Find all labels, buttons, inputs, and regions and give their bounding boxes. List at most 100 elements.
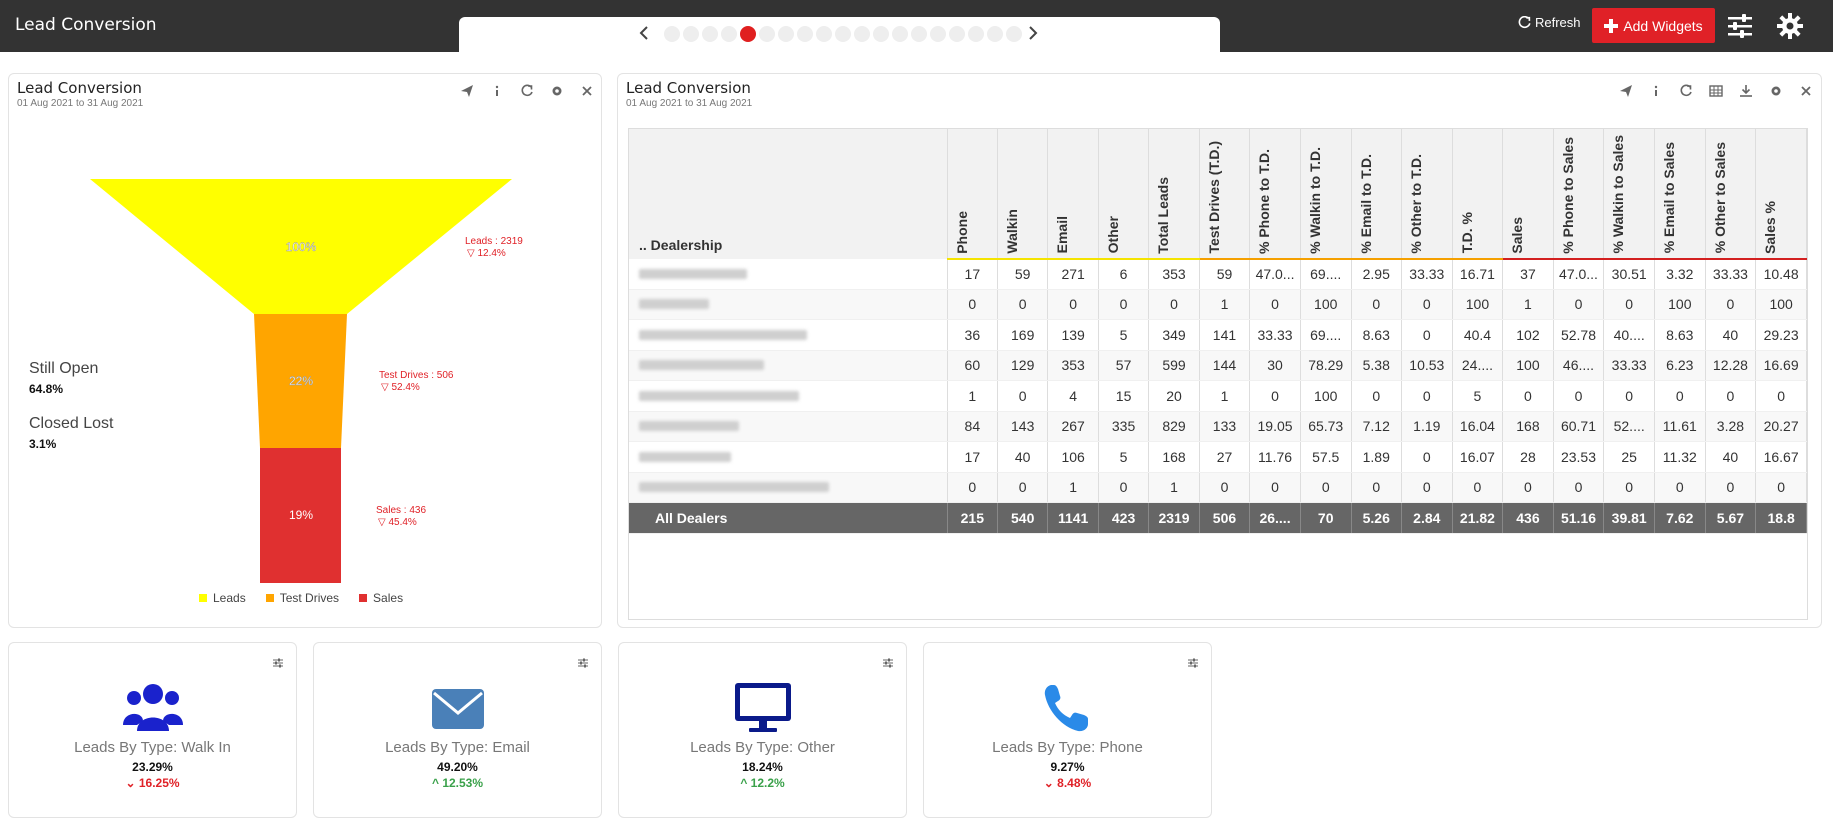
- add-widgets-button[interactable]: Add Widgets: [1592, 8, 1715, 43]
- kpi-change-value: 16.25%: [138, 776, 180, 790]
- page-dot[interactable]: [930, 26, 946, 42]
- close-icon[interactable]: [1798, 84, 1814, 100]
- info-icon[interactable]: [1648, 84, 1664, 100]
- column-header[interactable]: % Phone to Sales: [1553, 129, 1605, 260]
- kpi-value: 23.29%: [132, 760, 173, 774]
- lead-conversion-table: .. Dealership Phone Walkin Email Other Total…: [628, 128, 1808, 620]
- column-header[interactable]: Walkin: [997, 129, 1049, 260]
- table-row[interactable]: 84 143 267 335 829 133 19.05 65.73 7.12 1.19 16.04…: [629, 411, 1807, 443]
- page-dot[interactable]: [911, 26, 927, 42]
- column-header[interactable]: Sales %: [1755, 129, 1807, 260]
- column-header[interactable]: % Other to Sales: [1705, 129, 1757, 260]
- send-icon[interactable]: [1618, 84, 1634, 100]
- column-header[interactable]: % Other to T.D.: [1401, 129, 1453, 260]
- table-row[interactable]: 0 0 0 0 0 1 0 100 0 0 100 1 0 0 100 0 100: [629, 289, 1807, 321]
- column-header-dealership[interactable]: .. Dealership: [629, 129, 948, 259]
- column-header[interactable]: Test Drives (T.D.): [1199, 129, 1251, 260]
- refresh-icon[interactable]: [1678, 84, 1694, 100]
- table-row[interactable]: 36 169 139 5 349 141 33.33 69.... 8.63 0 40.4 102 52…: [629, 319, 1807, 351]
- kpi-card-phone: Leads By Type: Phone 9.27% ⌄ 8.48%: [923, 642, 1212, 818]
- card-settings-icon[interactable]: [882, 657, 896, 671]
- table-cell: 0: [1249, 472, 1301, 504]
- table-cell: 7.12: [1351, 411, 1402, 443]
- table-cell: 25: [1603, 441, 1655, 473]
- page-dot[interactable]: [797, 26, 813, 42]
- legend-item-test-drives[interactable]: Test Drives: [265, 591, 339, 605]
- column-header[interactable]: Email: [1047, 129, 1099, 260]
- table-cell: 1.89: [1351, 441, 1402, 473]
- table-row[interactable]: 60 129 353 57 599 144 30 78.29 5.38 10.53 24.... 10…: [629, 350, 1807, 382]
- page-dot[interactable]: [873, 26, 889, 42]
- column-header[interactable]: % Phone to T.D.: [1249, 129, 1301, 260]
- page-dot[interactable]: [949, 26, 965, 42]
- table-cell: 4: [1047, 380, 1099, 412]
- table-cell: 168: [1148, 441, 1200, 473]
- table-cell: 0: [947, 289, 999, 321]
- panel-date-range: 01 Aug 2021 to 31 Aug 2021: [626, 98, 753, 109]
- download-icon[interactable]: [1738, 84, 1754, 100]
- page-dot[interactable]: [740, 26, 756, 42]
- prev-page-button[interactable]: [634, 23, 654, 43]
- page-dot[interactable]: [835, 26, 851, 42]
- column-header[interactable]: % Email to Sales: [1654, 129, 1706, 260]
- table-cell: 100: [1300, 380, 1352, 412]
- page-dot[interactable]: [987, 26, 1003, 42]
- table-row[interactable]: 17 40 106 5 168 27 11.76 57.5 1.89 0 16.07 28 23.53 2…: [629, 441, 1807, 473]
- legend-swatch: [359, 594, 368, 602]
- legend-label: Leads: [213, 591, 246, 605]
- table-row[interactable]: 17 59 271 6 353 59 47.0... 69.... 2.95 33.33 16.71…: [629, 258, 1807, 290]
- dealership-name-redacted: [629, 380, 948, 412]
- page-dot[interactable]: [1006, 26, 1022, 42]
- page-dot[interactable]: [664, 26, 680, 42]
- page-dot[interactable]: [816, 26, 832, 42]
- column-header[interactable]: Total Leads: [1148, 129, 1200, 260]
- page-dot[interactable]: [892, 26, 908, 42]
- next-page-button[interactable]: [1023, 23, 1043, 43]
- funnel-pct-test-drives: 22%: [289, 374, 313, 388]
- card-settings-icon[interactable]: [1187, 657, 1201, 671]
- gear-icon[interactable]: [1776, 12, 1804, 40]
- column-header[interactable]: Sales: [1502, 129, 1554, 260]
- column-header-label: % Walkin to T.D.: [1306, 146, 1323, 254]
- table-icon[interactable]: [1708, 84, 1724, 100]
- legend-item-leads[interactable]: Leads: [199, 591, 246, 605]
- sliders-icon[interactable]: [1726, 12, 1754, 40]
- column-header[interactable]: % Walkin to T.D.: [1300, 129, 1352, 260]
- total-cell: 51.16: [1553, 502, 1605, 535]
- page-dot[interactable]: [683, 26, 699, 42]
- column-header-label: % Other to Sales: [1711, 142, 1728, 254]
- card-settings-icon[interactable]: [272, 657, 286, 671]
- column-header[interactable]: Other: [1098, 129, 1150, 260]
- table-cell: 0: [1098, 289, 1150, 321]
- page-dot[interactable]: [778, 26, 794, 42]
- column-header[interactable]: Phone: [947, 129, 999, 260]
- closed-lost-stat: Closed Lost 3.1%: [29, 415, 114, 451]
- table-cell: 69....: [1300, 258, 1352, 290]
- table-cell: 16.04: [1452, 411, 1504, 443]
- page-dot[interactable]: [759, 26, 775, 42]
- table-row[interactable]: 00101000000000000: [629, 472, 1807, 504]
- table-cell: 16.07: [1452, 441, 1504, 473]
- refresh-label: Refresh: [1535, 15, 1581, 30]
- table-cell: 28: [1502, 441, 1554, 473]
- settings-icon[interactable]: [1768, 84, 1784, 100]
- table-cell: 353: [1148, 258, 1200, 290]
- table-row[interactable]: 1 0 4 15 20 1 0 100 0 0 5 0 0 0 0 0 0: [629, 380, 1807, 412]
- page-dot[interactable]: [721, 26, 737, 42]
- table-cell: 15: [1098, 380, 1150, 412]
- column-header[interactable]: T.D. %: [1452, 129, 1504, 260]
- page-dot[interactable]: [968, 26, 984, 42]
- table-cell: 40: [1705, 319, 1757, 351]
- dealership-name-redacted: [629, 289, 948, 321]
- column-header[interactable]: % Email to T.D.: [1351, 129, 1402, 260]
- refresh-button[interactable]: Refresh: [1518, 15, 1581, 30]
- card-settings-icon[interactable]: [577, 657, 591, 671]
- table-cell: 3.32: [1654, 258, 1706, 290]
- page-dot[interactable]: [854, 26, 870, 42]
- table-cell: 139: [1047, 319, 1099, 351]
- legend-item-sales[interactable]: Sales: [359, 591, 403, 605]
- legend-swatch: [199, 594, 207, 602]
- table-cell: 0: [1603, 472, 1655, 504]
- column-header[interactable]: % Walkin to Sales: [1603, 129, 1655, 260]
- page-dot[interactable]: [702, 26, 718, 42]
